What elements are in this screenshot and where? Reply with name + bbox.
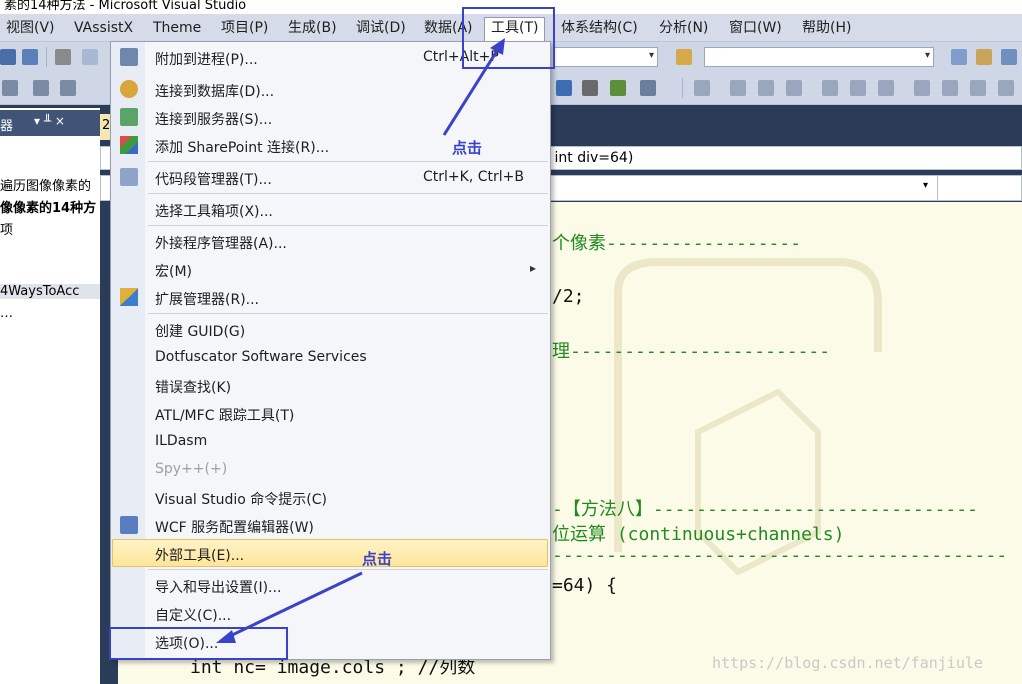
watermark-text: https://blog.csdn.net/fanjiule xyxy=(712,654,983,672)
annotation-arrows xyxy=(216,38,505,643)
annotation-click-note: 点击 xyxy=(362,550,393,568)
annotation-click-note: 点击 xyxy=(452,139,483,157)
